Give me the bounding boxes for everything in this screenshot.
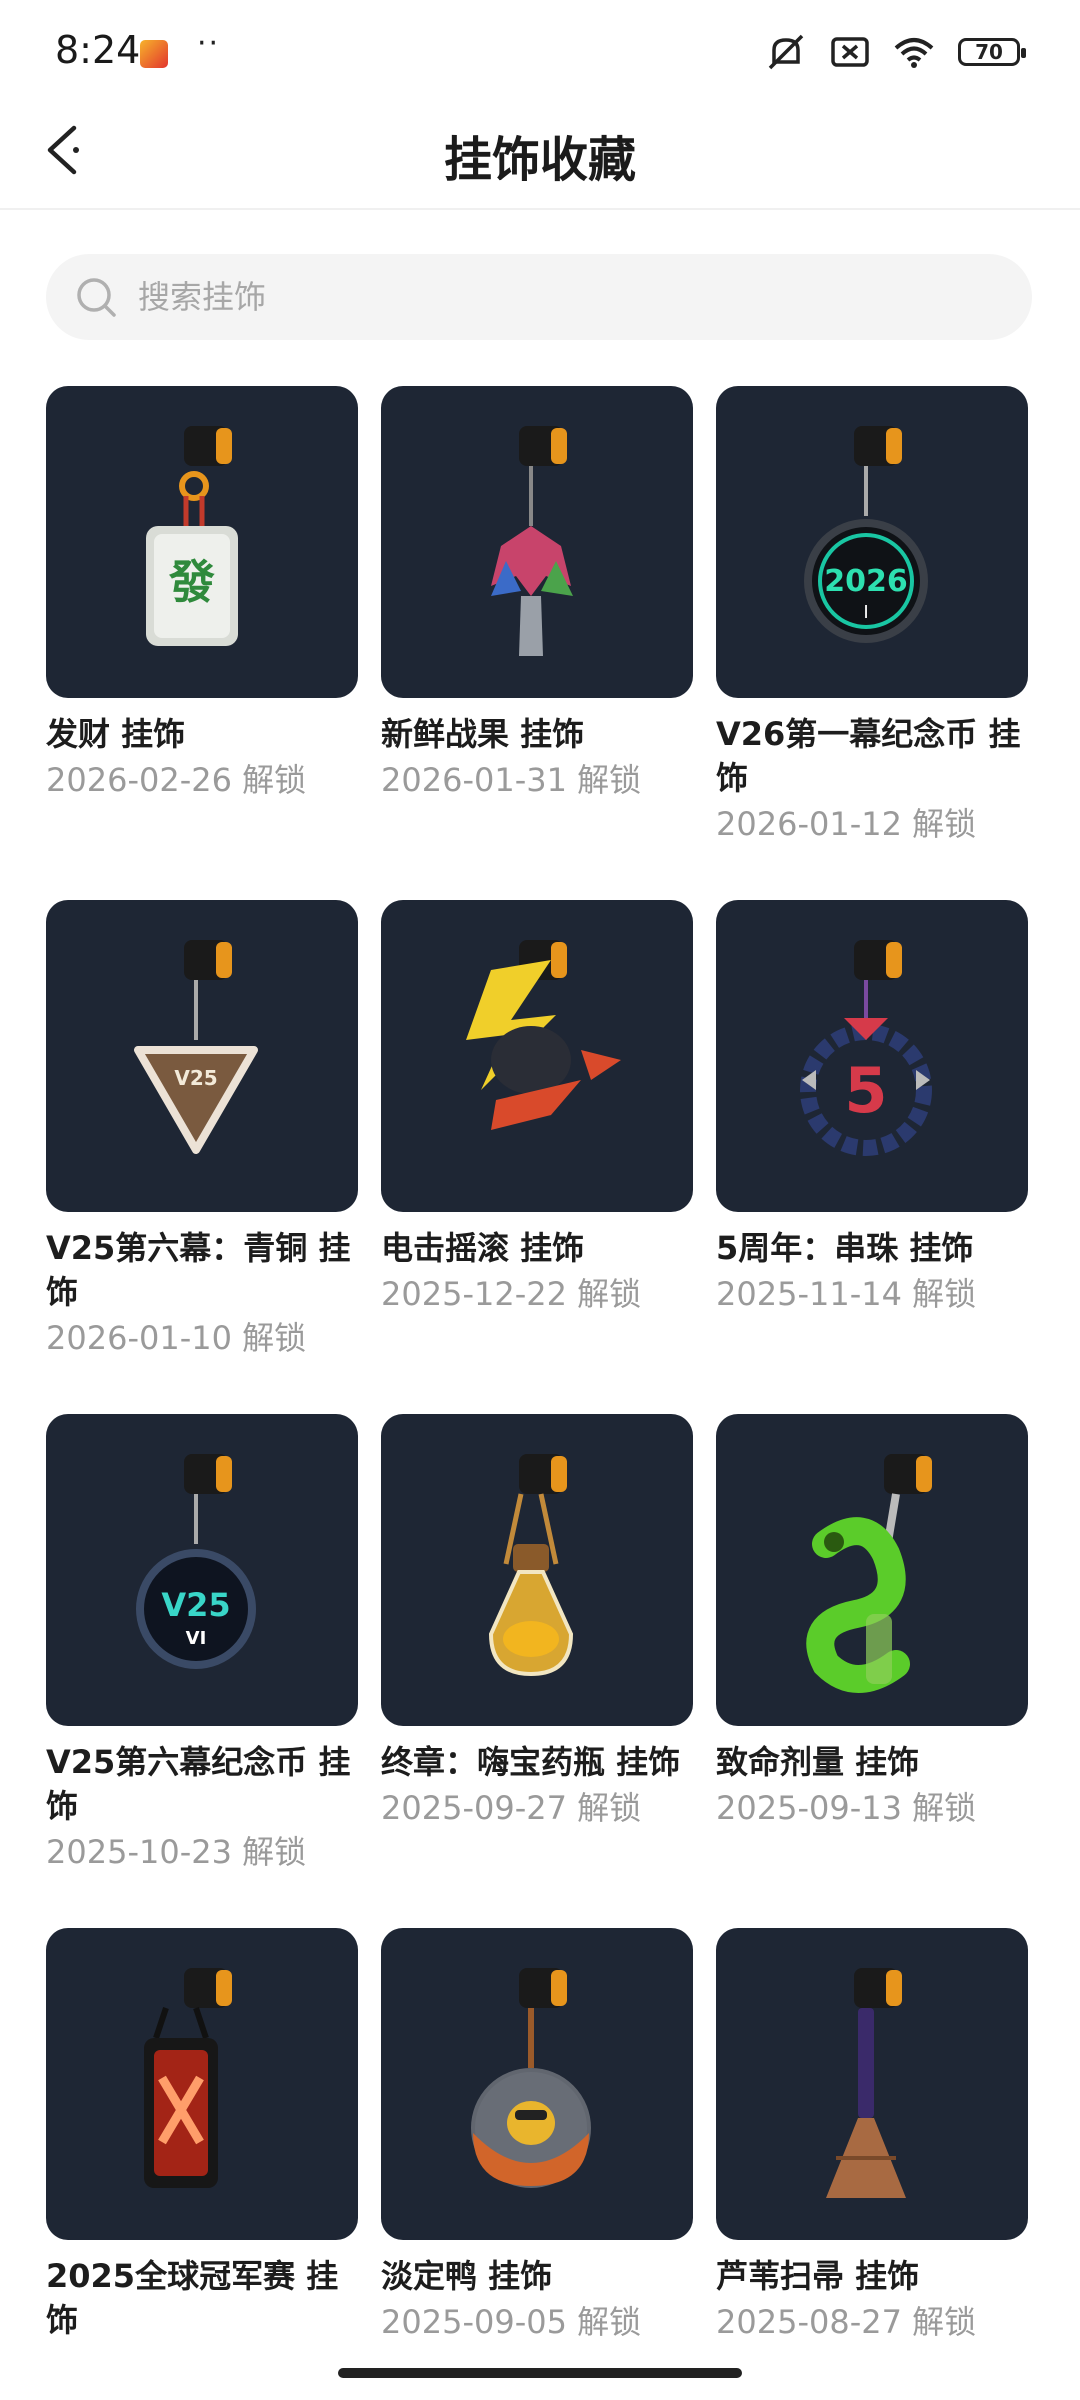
unlock-date: 2025-08-27 解锁 — [716, 2303, 977, 2341]
charm-name: 致命剂量 挂饰 — [716, 1743, 920, 1781]
charm-card[interactable]: 2025全球冠军赛 挂饰 — [46, 1928, 358, 2344]
duck-ball-charm-icon — [471, 1968, 591, 2188]
charm-card[interactable]: 新鲜战果 挂饰 2026-01-31 解锁 — [381, 386, 693, 802]
unlock-date: 2025-09-05 解锁 — [381, 2303, 642, 2341]
bead-ring-charm-icon: 5 — [800, 940, 932, 1156]
champions-tag-charm-icon — [144, 1968, 232, 2188]
charm-name: 2025全球冠军赛 挂饰 — [46, 2257, 339, 2339]
charm-card[interactable]: V25 VI V25第六幕纪念币 挂饰 2025-10-23 解锁 — [46, 1414, 358, 1874]
snake-charm-icon — [806, 1454, 932, 1693]
charm-thumbnail[interactable] — [381, 1414, 693, 1726]
svg-text:2026: 2026 — [824, 564, 908, 599]
unlock-date: 2025-09-13 解锁 — [716, 1789, 977, 1827]
charm-card[interactable]: 致命剂量 挂饰 2025-09-13 解锁 — [716, 1414, 1028, 1830]
charm-thumbnail[interactable]: 2026 I — [716, 386, 1028, 698]
charm-name: 芦苇扫帚 挂饰 — [716, 2257, 920, 2295]
potion-bottle-charm-icon — [488, 1454, 574, 1677]
battery-level: 70 — [975, 40, 1003, 64]
page-title: 挂饰收藏 — [443, 132, 636, 188]
home-indicator[interactable] — [338, 2368, 742, 2378]
search-input[interactable] — [136, 277, 940, 317]
charm-name: 发财 挂饰 — [46, 715, 186, 753]
bronze-triangle-charm-icon: V25 — [134, 940, 258, 1154]
svg-text:V25: V25 — [161, 1586, 230, 1624]
svg-text:發: 發 — [168, 555, 215, 609]
charm-card[interactable]: 淡定鸭 挂饰 2025-09-05 解锁 — [381, 1928, 693, 2344]
more-notifications-icon: ·· — [197, 26, 221, 61]
unlock-date: 2025-09-27 解锁 — [381, 1789, 642, 1827]
lightning-charm-icon — [466, 940, 621, 1150]
charm-thumbnail[interactable] — [716, 1928, 1028, 2240]
charm-card[interactable]: V25 V25第六幕：青铜 挂饰 2026-01-10 解锁 — [46, 900, 358, 1360]
charm-thumbnail[interactable]: 5 — [716, 900, 1028, 1212]
wifi-icon — [894, 38, 934, 68]
status-bar: 8:24 ·· 70 — [0, 0, 1080, 100]
mahjong-charm-icon: 發 — [146, 426, 238, 646]
status-time: 8:24 — [55, 28, 141, 72]
charm-name: 5周年：串珠 挂饰 — [716, 1229, 974, 1267]
unlock-date: 2025-12-22 解锁 — [381, 1275, 642, 1313]
unlock-date: 2026-02-26 解锁 — [46, 761, 307, 799]
charm-name: 电击摇滚 挂饰 — [381, 1229, 585, 1267]
svg-text:I: I — [863, 602, 868, 623]
unlock-date: 2025-10-23 解锁 — [46, 1833, 307, 1871]
coin-v25-charm-icon: V25 VI — [136, 1454, 256, 1669]
charm-card[interactable]: 5 5周年：串珠 挂饰 2025-11-14 解锁 — [716, 900, 1028, 1316]
charm-thumbnail[interactable] — [381, 386, 693, 698]
charm-thumbnail[interactable] — [381, 900, 693, 1212]
charm-name: V26第一幕纪念币 挂饰 — [716, 715, 1021, 797]
charm-name: V25第六幕：青铜 挂饰 — [46, 1229, 351, 1311]
charm-card[interactable]: 终章：嗨宝药瓶 挂饰 2025-09-27 解锁 — [381, 1414, 693, 1830]
battery-icon: 70 — [958, 38, 1026, 66]
status-icons: 70 — [764, 32, 1026, 72]
unlock-date: 2026-01-10 解锁 — [46, 1319, 307, 1357]
unlock-date: 2025-11-14 解锁 — [716, 1275, 977, 1313]
charm-thumbnail[interactable]: V25 — [46, 900, 358, 1212]
fruit-tree-charm-icon — [491, 426, 573, 656]
charm-name: 新鲜战果 挂饰 — [381, 715, 585, 753]
app-notification-icon — [140, 40, 168, 68]
charm-thumbnail[interactable] — [381, 1928, 693, 2240]
no-sim-icon — [831, 37, 869, 67]
charm-card[interactable]: 2026 I V26第一幕纪念币 挂饰 2026-01-12 解锁 — [716, 386, 1028, 846]
unlock-date: 2026-01-12 解锁 — [716, 805, 977, 843]
charm-card[interactable]: 电击摇滚 挂饰 2025-12-22 解锁 — [381, 900, 693, 1316]
charm-thumbnail[interactable]: 發 — [46, 386, 358, 698]
svg-text:V25: V25 — [174, 1066, 217, 1090]
charm-name: 淡定鸭 挂饰 — [381, 2257, 553, 2295]
charm-card[interactable]: 芦苇扫帚 挂饰 2025-08-27 解锁 — [716, 1928, 1028, 2344]
charm-card[interactable]: 發 发财 挂饰 2026-02-26 解锁 — [46, 386, 358, 802]
charm-thumbnail[interactable] — [716, 1414, 1028, 1726]
charm-name: V25第六幕纪念币 挂饰 — [46, 1743, 351, 1825]
unlock-date: 2026-01-31 解锁 — [381, 761, 642, 799]
broom-charm-icon — [826, 1968, 906, 2198]
charm-name: 终章：嗨宝药瓶 挂饰 — [381, 1743, 681, 1781]
charm-thumbnail[interactable]: V25 VI — [46, 1414, 358, 1726]
svg-text:VI: VI — [186, 1628, 207, 1649]
svg-text:5: 5 — [844, 1054, 887, 1127]
header: 挂饰收藏 — [0, 100, 1080, 210]
search-icon — [77, 278, 116, 317]
vibrate-mute-icon — [768, 34, 804, 70]
coin-2026-charm-icon: 2026 I — [804, 426, 928, 643]
search-bar[interactable] — [46, 254, 1032, 340]
charm-thumbnail[interactable] — [46, 1928, 358, 2240]
